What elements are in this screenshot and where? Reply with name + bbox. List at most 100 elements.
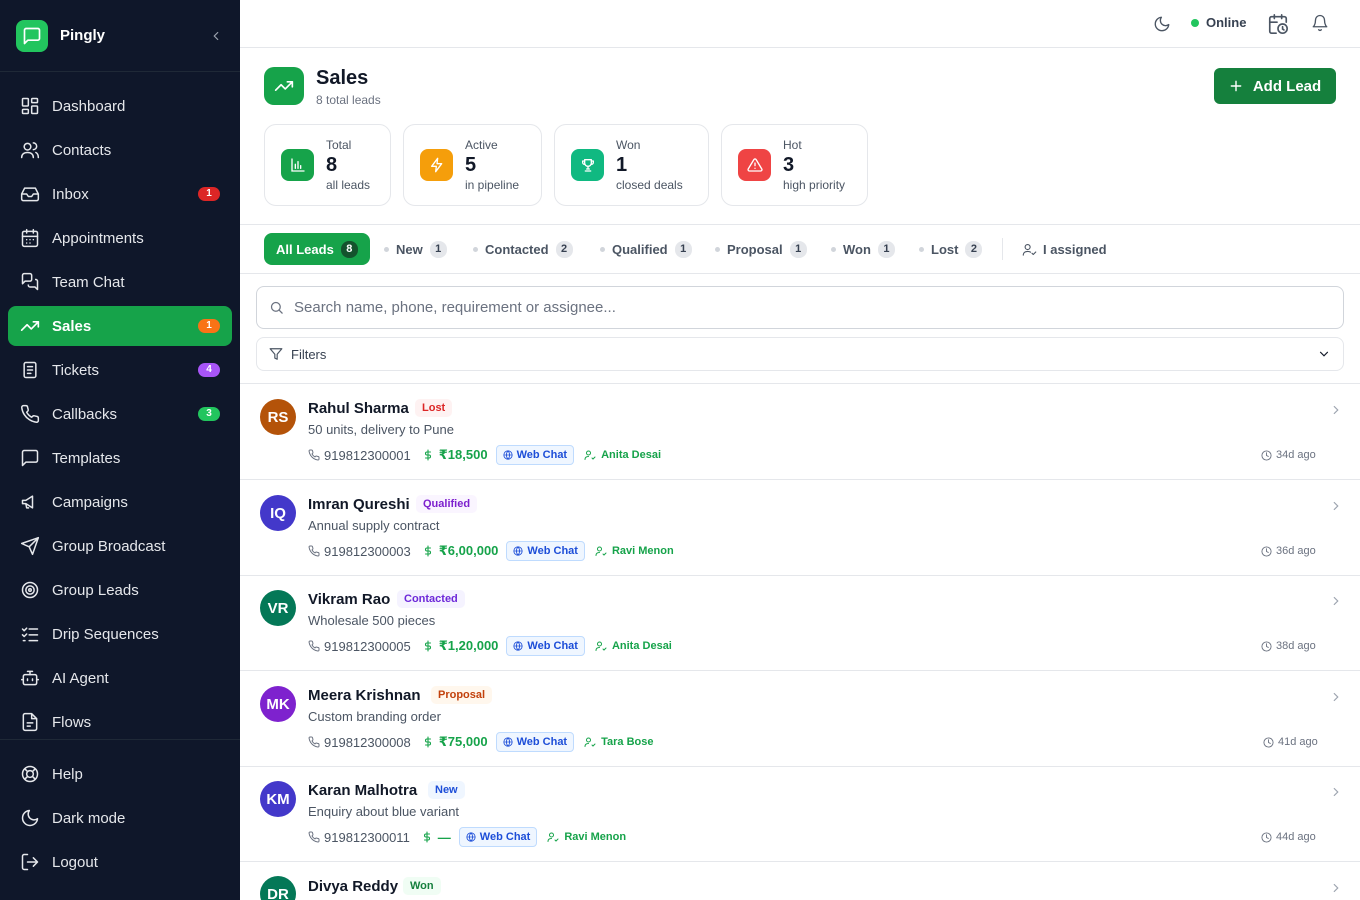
tab-proposal[interactable]: Proposal 1 xyxy=(715,233,807,265)
lead-name: Rahul Sharma xyxy=(308,400,409,417)
tab-label: Won xyxy=(843,241,871,257)
flow-icon xyxy=(22,712,38,732)
sidebar-item-flows[interactable]: Flows xyxy=(8,702,232,742)
notifications-bell-icon[interactable] xyxy=(1311,14,1329,37)
lead-name: Karan Malhotra xyxy=(308,782,418,799)
add-lead-button[interactable]: Add Lead xyxy=(1214,68,1336,104)
sidebar-item-tickets[interactable]: Tickets 4 xyxy=(8,350,232,390)
chevron-right-icon[interactable] xyxy=(1329,594,1343,608)
sidebar-item-label: Appointments xyxy=(52,229,144,247)
tab-i-assigned[interactable]: I assigned xyxy=(1022,233,1107,265)
alert-triangle-icon xyxy=(738,149,771,181)
lead-meta: 919812300003 ₹6,00,000 Web Chat Ravi Men… xyxy=(308,541,674,561)
sidebar-item-logout[interactable]: Logout xyxy=(8,842,232,882)
page-subtitle: 8 total leads xyxy=(316,93,381,107)
help-icon xyxy=(21,765,39,783)
phone-icon xyxy=(308,831,320,843)
sidebar-item-dashboard[interactable]: Dashboard xyxy=(8,86,232,126)
chevron-right-icon[interactable] xyxy=(1329,881,1343,895)
stat-value: 3 xyxy=(783,154,795,176)
lead-meta: 919812300011 — Web Chat Ravi Menon xyxy=(308,827,626,847)
send-icon xyxy=(20,536,40,556)
phone-icon xyxy=(308,736,320,748)
trending-up-icon xyxy=(264,67,304,105)
dollar-icon xyxy=(424,545,431,557)
sidebar-item-callbacks[interactable]: Callbacks 3 xyxy=(8,394,232,434)
chat-logo-icon xyxy=(16,19,48,52)
chevron-right-icon[interactable] xyxy=(1329,690,1343,704)
target-icon xyxy=(21,581,39,599)
megaphone-icon xyxy=(21,495,34,509)
avatar: DR xyxy=(260,876,296,900)
source-chip: Web Chat xyxy=(458,827,538,847)
sidebar-item-sales[interactable]: Sales 1 xyxy=(8,306,232,346)
status-dot-icon xyxy=(919,246,924,252)
tab-contacted[interactable]: Contacted 2 xyxy=(473,233,573,265)
source-chip: Web Chat xyxy=(506,541,585,561)
stat-sub: all leads xyxy=(326,178,371,192)
search-input[interactable] xyxy=(294,299,1294,316)
sidebar-item-group-leads[interactable]: Group Leads xyxy=(8,570,232,610)
sidebar-item-label: Group Broadcast xyxy=(52,537,166,555)
sidebar-item-templates[interactable]: Templates xyxy=(8,438,232,478)
lead-value: ₹75,000 xyxy=(423,734,488,750)
sidebar-item-ai-agent[interactable]: AI Agent xyxy=(8,658,232,698)
lead-row[interactable]: RS Rahul Sharma Lost 50 units, delivery … xyxy=(240,384,1360,480)
lead-time-label: 38d ago xyxy=(1276,640,1316,652)
stat-card-hot: Hot 3 high priority xyxy=(721,124,868,206)
tab-lost[interactable]: Lost 2 xyxy=(919,233,983,265)
sidebar-item-drip-sequences[interactable]: Drip Sequences xyxy=(8,614,232,654)
sidebar-item-campaigns[interactable]: Campaigns xyxy=(8,482,232,522)
tab-won[interactable]: Won 1 xyxy=(831,233,895,265)
status-badge: New xyxy=(428,781,465,799)
dollar-icon xyxy=(424,640,431,652)
sidebar-item-team-chat[interactable]: Team Chat xyxy=(8,262,232,302)
stat-label: Won xyxy=(616,138,641,152)
tab-label: I assigned xyxy=(1043,241,1107,257)
lead-value-amount: ₹75,000 xyxy=(438,734,488,749)
sidebar-item-label: Tickets xyxy=(52,361,99,379)
lead-row[interactable]: DR Divya Reddy Won xyxy=(240,862,1360,900)
ticket-icon xyxy=(23,361,37,379)
phone-number: 919812300005 xyxy=(324,638,411,654)
filter-icon xyxy=(269,348,283,360)
assignee-name: Anita Desai xyxy=(601,449,662,461)
calendar-clock-icon[interactable] xyxy=(1267,13,1289,40)
zap-icon xyxy=(420,149,453,181)
chevron-right-icon[interactable] xyxy=(1329,403,1343,417)
lead-row[interactable]: KM Karan Malhotra New Enquiry about blue… xyxy=(240,766,1360,862)
status-badge: Qualified xyxy=(416,495,478,513)
sidebar-item-appointments[interactable]: Appointments xyxy=(8,218,232,258)
source-label: Web Chat xyxy=(516,449,568,461)
user-check-icon xyxy=(584,450,596,460)
sidebar-item-dark-mode[interactable]: Dark mode xyxy=(8,798,232,838)
chevron-right-icon[interactable] xyxy=(1329,785,1343,799)
sidebar-item-inbox[interactable]: Inbox 1 xyxy=(8,174,232,214)
lead-name: Imran Qureshi xyxy=(308,496,410,513)
page-header: Sales 8 total leads Add Lead Total 8 all… xyxy=(240,48,1360,225)
tab-new[interactable]: New 1 xyxy=(384,233,447,265)
tab-count: 1 xyxy=(877,240,895,258)
template-icon xyxy=(21,449,39,467)
source-label: Web Chat xyxy=(527,640,578,652)
filters-toggle[interactable]: Filters xyxy=(256,337,1344,371)
tab-qualified[interactable]: Qualified 1 xyxy=(600,233,692,265)
sidebar-item-help[interactable]: Help xyxy=(8,754,232,794)
lead-row[interactable]: MK Meera Krishnan Proposal Custom brandi… xyxy=(240,671,1360,767)
status-dot-icon xyxy=(715,246,720,252)
globe-icon xyxy=(502,450,513,460)
theme-toggle-moon-icon[interactable] xyxy=(1153,15,1171,38)
sidebar-item-contacts[interactable]: Contacts xyxy=(8,130,232,170)
online-status[interactable]: Online xyxy=(1191,15,1246,30)
user-check-icon xyxy=(584,737,596,747)
lead-row[interactable]: IQ Imran Qureshi Qualified Annual supply… xyxy=(240,480,1360,576)
tab-all-leads[interactable]: All Leads 8 xyxy=(264,233,370,265)
collapse-sidebar-icon[interactable] xyxy=(208,28,224,44)
inbox-icon xyxy=(20,187,40,202)
sidebar-item-group-broadcast[interactable]: Group Broadcast xyxy=(8,526,232,566)
tab-count: 8 xyxy=(340,240,358,258)
lead-row[interactable]: VR Vikram Rao Contacted Wholesale 500 pi… xyxy=(240,575,1360,671)
unread-badge: 1 xyxy=(198,187,220,201)
chevron-right-icon[interactable] xyxy=(1329,499,1343,513)
phone-icon xyxy=(308,545,320,557)
